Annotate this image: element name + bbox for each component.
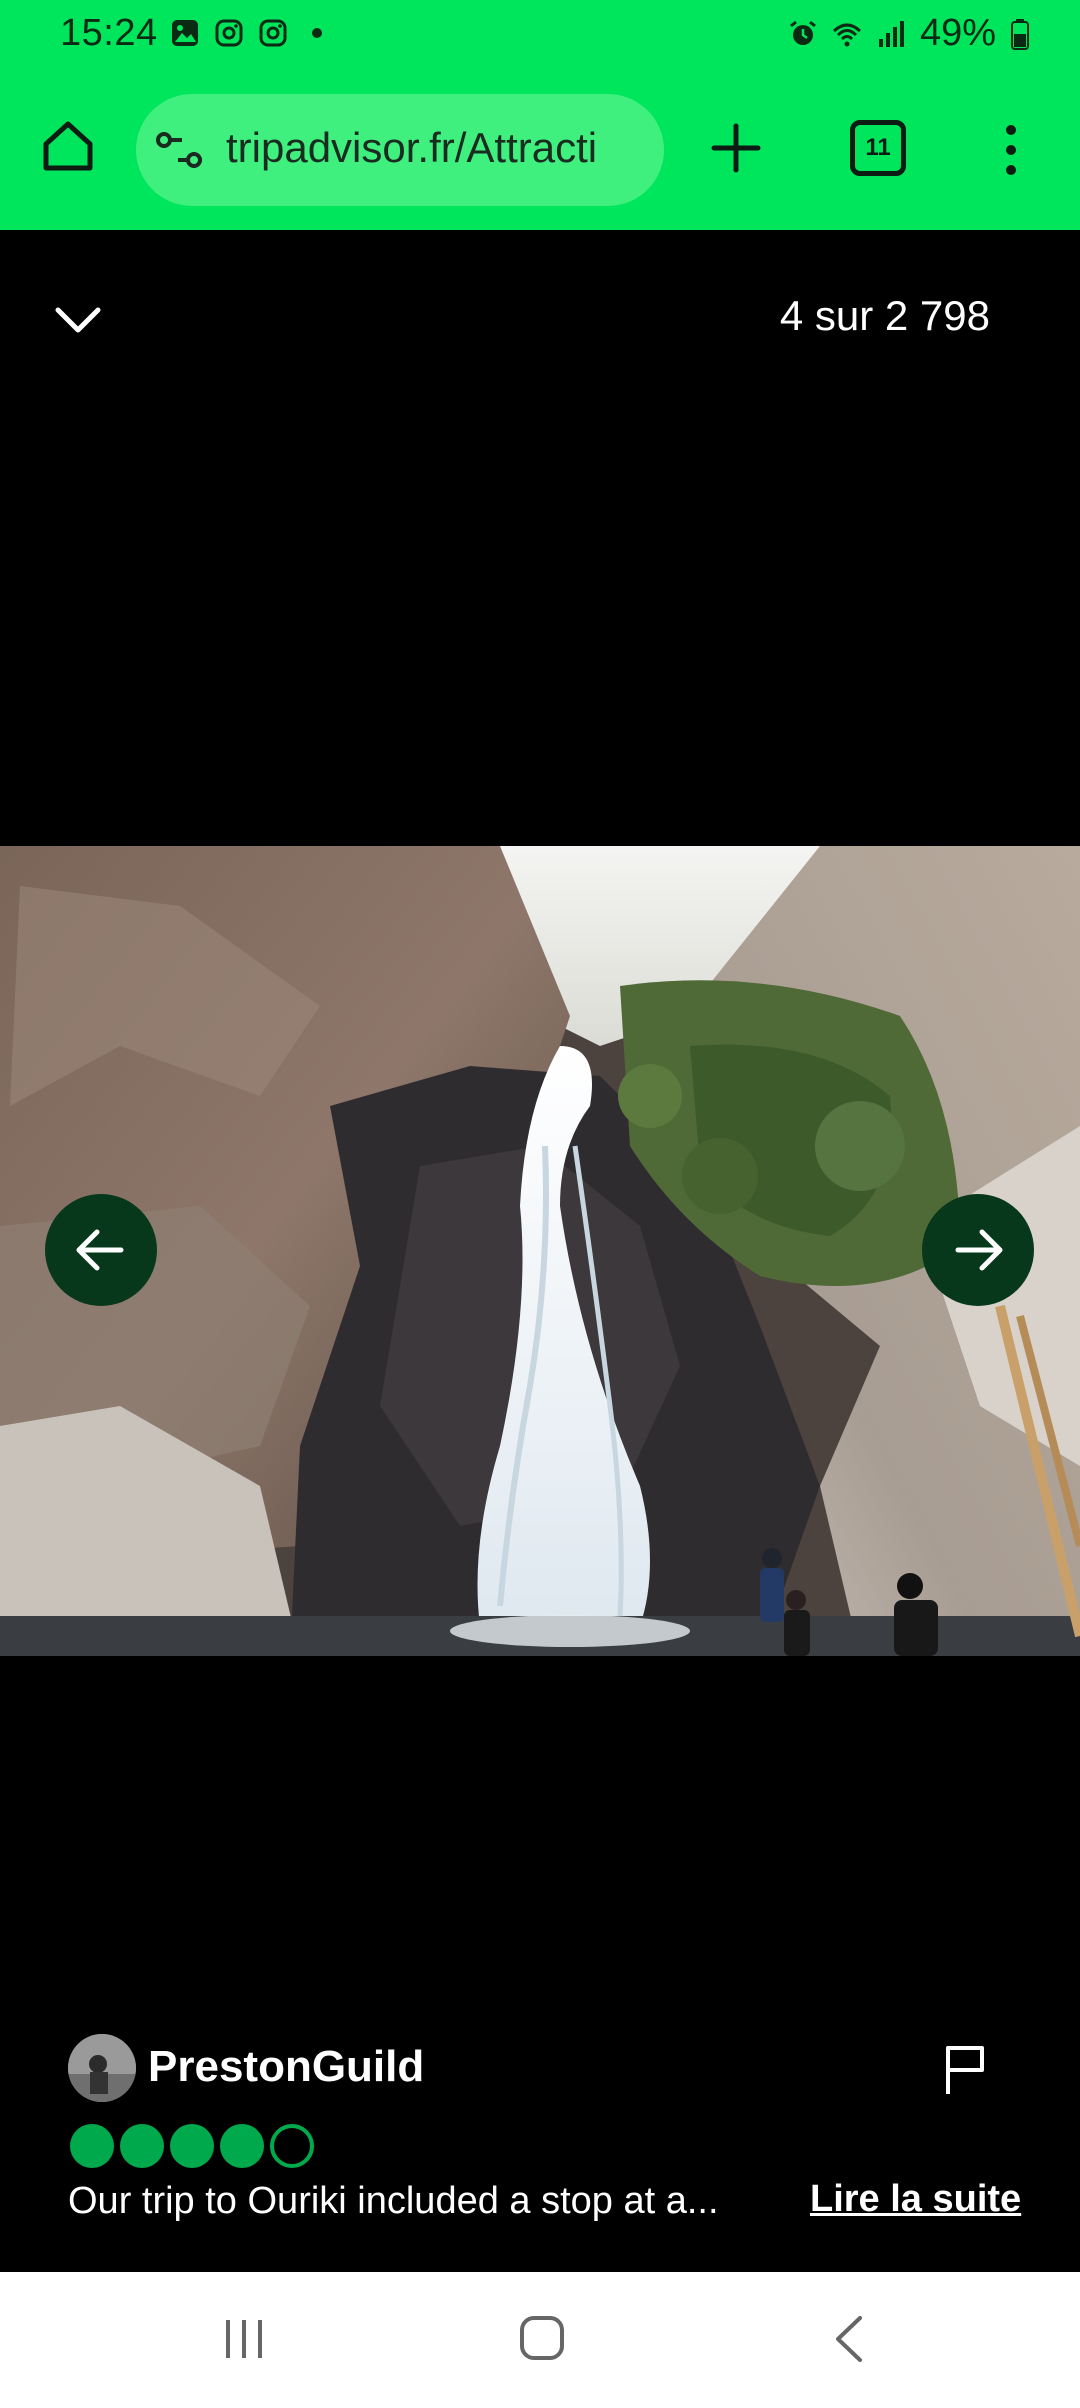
rating-bubble-filled xyxy=(120,2124,164,2168)
rating-bubble-filled xyxy=(70,2124,114,2168)
home-button-icon[interactable] xyxy=(518,2314,566,2362)
previous-photo-button[interactable] xyxy=(45,1194,157,1306)
battery-icon xyxy=(1011,18,1029,50)
url-text[interactable]: tripadvisor.fr/Attracti xyxy=(226,124,597,172)
reviewer-username[interactable]: PrestonGuild xyxy=(148,2042,424,2092)
wifi-icon xyxy=(832,23,861,46)
rating-bubble-empty xyxy=(270,2124,314,2168)
system-navigation-bar xyxy=(0,2272,1080,2408)
notification-icons xyxy=(170,18,332,48)
site-settings-icon[interactable] xyxy=(156,128,204,172)
more-options-icon[interactable] xyxy=(996,120,1026,180)
signal-icon xyxy=(878,20,904,47)
alarm-icon xyxy=(790,20,816,45)
tab-count: 11 xyxy=(865,134,891,161)
status-time: 15:24 xyxy=(60,12,158,54)
dot-icon xyxy=(312,28,322,38)
waterfall-photo xyxy=(0,846,1080,1656)
rating-bubble-filled xyxy=(170,2124,214,2168)
new-tab-icon[interactable] xyxy=(706,118,766,178)
arrow-left-icon xyxy=(76,1229,124,1271)
gallery-icon xyxy=(172,20,198,46)
status-bar: 15:24 49% xyxy=(0,0,1080,72)
back-icon[interactable] xyxy=(830,2314,866,2364)
rating-bubbles xyxy=(70,2124,314,2168)
instagram-icon xyxy=(215,19,243,47)
battery-percent: 49% xyxy=(919,12,996,54)
recent-apps-icon[interactable] xyxy=(220,2316,268,2362)
address-bar[interactable]: tripadvisor.fr/Attracti xyxy=(136,94,664,206)
avatar[interactable] xyxy=(68,2034,136,2102)
system-icons: 49% xyxy=(788,12,1030,55)
instagram-icon xyxy=(259,19,287,47)
chevron-down-icon[interactable] xyxy=(50,300,106,340)
tab-switcher-button[interactable]: 11 xyxy=(850,120,906,176)
avatar-image xyxy=(68,2034,136,2102)
rating-bubble-filled xyxy=(220,2124,264,2168)
review-snippet: Our trip to Ouriki included a stop at a.… xyxy=(68,2180,719,2222)
gallery-photo[interactable] xyxy=(0,846,1080,1656)
flag-icon[interactable] xyxy=(942,2044,988,2096)
read-more-link[interactable]: Lire la suite xyxy=(810,2178,1021,2221)
next-photo-button[interactable] xyxy=(922,1194,1034,1306)
arrow-right-icon xyxy=(955,1229,1003,1271)
browser-toolbar: tripadvisor.fr/Attracti 11 xyxy=(0,72,1080,230)
photo-counter: 4 sur 2 798 xyxy=(779,292,990,339)
home-icon[interactable] xyxy=(38,116,98,176)
